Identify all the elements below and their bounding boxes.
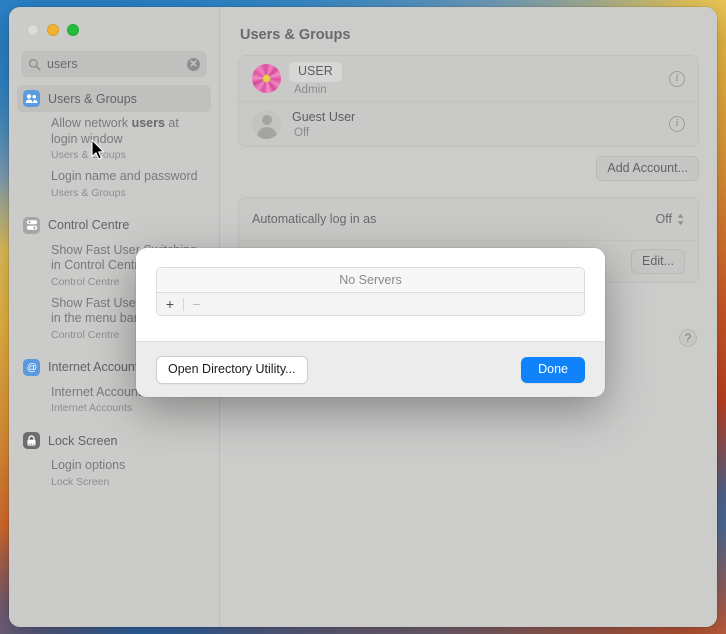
sidebar-result-subtitle: Users & Groups [51, 149, 126, 161]
sidebar-result-login-name-password[interactable]: Login name and password Users & Groups [17, 165, 211, 203]
account-role: Admin [294, 83, 327, 96]
maximize-button[interactable] [67, 24, 79, 36]
lock-screen-icon [23, 432, 40, 449]
sidebar-result-title: Allow network users at login window [51, 116, 179, 146]
avatar[interactable] [252, 109, 281, 139]
add-account-button[interactable]: Add Account... [596, 156, 699, 181]
auto-login-popup[interactable]: Off [656, 212, 685, 227]
edit-button[interactable]: Edit... [631, 249, 685, 274]
sidebar-item-label: Control Centre [48, 218, 130, 232]
sidebar-result-allow-network-users[interactable]: Allow network users at login window User… [17, 112, 211, 165]
sidebar-item-users-groups[interactable]: Users & Groups [17, 85, 211, 112]
account-role: Off [294, 126, 310, 139]
sidebar-item-control-centre[interactable]: Control Centre [17, 212, 211, 239]
network-account-server-sheet: No Servers + − Open Directory Utility...… [136, 248, 605, 397]
system-settings-window: users ✕ Users & Groups Allow network use… [9, 7, 717, 627]
sidebar-result-title: Login options [51, 458, 126, 472]
accounts-card: USER Admin i Guest User Off i [238, 55, 699, 147]
table-row[interactable]: Guest User Off i [239, 101, 698, 146]
clear-search-icon[interactable]: ✕ [187, 57, 200, 71]
minimize-button[interactable] [47, 24, 59, 36]
at-sign-icon: @ [23, 358, 40, 376]
users-groups-icon [23, 90, 40, 107]
chevron-updown-icon [677, 213, 684, 225]
close-button[interactable] [27, 24, 39, 36]
sidebar-result-login-options[interactable]: Login options Lock Screen [17, 454, 211, 492]
sidebar-item-label: Users & Groups [48, 91, 137, 106]
window-controls [17, 7, 211, 43]
add-server-button[interactable]: + [157, 293, 183, 315]
info-circle-icon[interactable]: i [669, 70, 685, 87]
sidebar-item-label: Internet Accounts [48, 360, 145, 374]
search-icon [28, 58, 41, 70]
server-list: No Servers + − [156, 267, 585, 316]
account-name: Guest User [292, 109, 356, 124]
sidebar-result-subtitle: Users & Groups [51, 186, 126, 199]
remove-server-button[interactable]: − [184, 293, 210, 315]
table-row[interactable]: USER Admin i [239, 56, 698, 101]
account-name[interactable]: USER [289, 61, 342, 82]
sidebar-item-label: Lock Screen [48, 433, 118, 448]
sidebar-result-title: Login name and password [51, 169, 198, 183]
info-circle-icon[interactable]: i [669, 116, 685, 132]
auto-login-label: Automatically log in as [252, 212, 377, 226]
server-list-empty-label: No Servers [157, 268, 584, 293]
done-button[interactable]: Done [521, 356, 585, 383]
svg-text:@: @ [26, 362, 36, 373]
sheet-footer: Open Directory Utility... Done [136, 341, 605, 397]
search-input[interactable]: users [47, 58, 181, 71]
control-centre-icon [23, 216, 40, 234]
auto-login-row: Automatically log in as Off [239, 198, 698, 240]
page-title: Users & Groups [240, 27, 351, 43]
sidebar-result-subtitle: Internet Accounts [51, 402, 133, 414]
server-list-toolbar: + − [157, 293, 584, 315]
sheet-body: No Servers + − [136, 248, 605, 341]
help-button[interactable]: ? [679, 329, 697, 347]
search-field[interactable]: users ✕ [21, 51, 207, 77]
sidebar-result-subtitle: Lock Screen [51, 475, 110, 488]
sidebar-item-lock-screen[interactable]: Lock Screen [17, 427, 211, 454]
open-directory-utility-button[interactable]: Open Directory Utility... [156, 355, 308, 384]
auto-login-value: Off [655, 212, 672, 226]
avatar[interactable] [252, 64, 281, 93]
desktop-wallpaper: users ✕ Users & Groups Allow network use… [0, 0, 726, 634]
